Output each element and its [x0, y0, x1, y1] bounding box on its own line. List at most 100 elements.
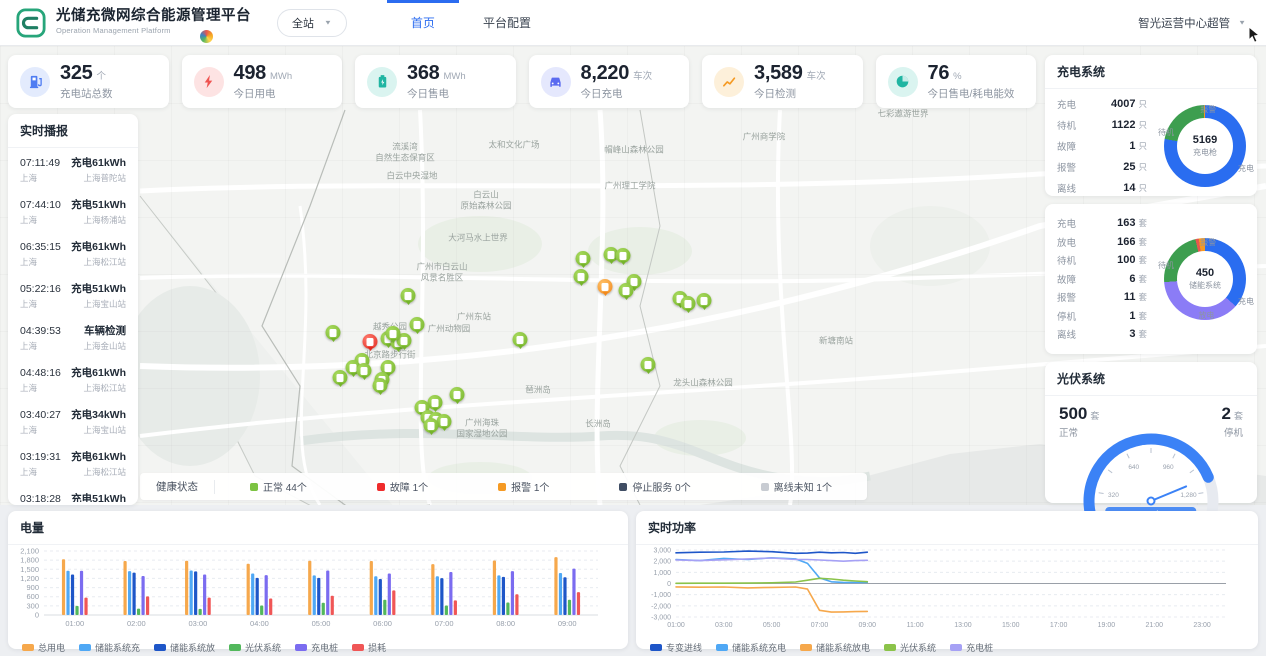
station-marker-normal[interactable]: [513, 332, 528, 347]
svg-text:960: 960: [1163, 464, 1174, 471]
stat-row: 充电163套: [1057, 214, 1153, 233]
legend-swatch: [716, 644, 728, 651]
svg-text:07:00: 07:00: [435, 619, 454, 628]
svg-text:13:00: 13:00: [954, 622, 972, 629]
kpi-label: 今日用电: [234, 86, 293, 101]
station-marker-normal[interactable]: [576, 251, 591, 266]
broadcast-item: 04:39:53车辆检测上海上海金山站: [20, 316, 126, 358]
station-marker-normal[interactable]: [450, 387, 465, 402]
kpi-unit: %: [953, 71, 961, 82]
station-marker-normal[interactable]: [428, 395, 443, 410]
svg-text:-3,000: -3,000: [651, 615, 671, 622]
station-marker-normal[interactable]: [616, 248, 631, 263]
power-use-icon: [194, 67, 224, 97]
station-marker-normal[interactable]: [386, 326, 401, 341]
svg-text:320: 320: [1108, 492, 1119, 499]
svg-text:1,800: 1,800: [20, 556, 39, 565]
charging-pile-icon: [441, 418, 448, 426]
legend-item[interactable]: 总用电: [22, 641, 65, 654]
station-marker-normal[interactable]: [574, 269, 589, 284]
charging-donut-chart: 5169 充电枪 报警待机充电: [1164, 105, 1246, 187]
legend-item[interactable]: 充电桩: [295, 641, 338, 654]
svg-text:01:00: 01:00: [65, 619, 84, 628]
health-legend-item: 故障 1个: [377, 479, 428, 494]
map-place-label: 琶洲岛: [525, 385, 551, 396]
svg-text:19:00: 19:00: [1098, 622, 1116, 629]
station-marker-normal[interactable]: [619, 283, 634, 298]
svg-text:2,000: 2,000: [653, 559, 671, 566]
pv-system-panel: 光伏系统 500 套 正常 2 套 停机 03206409601,2801,60…: [1045, 362, 1257, 503]
pv-system-title: 光伏系统: [1045, 362, 1257, 396]
kpi-card-5: 76%今日售电/耗电能效: [876, 55, 1037, 108]
legend-item[interactable]: 损耗: [352, 641, 386, 654]
station-marker-normal[interactable]: [401, 288, 416, 303]
legend-swatch: [154, 644, 166, 651]
charging-pile-icon: [620, 252, 627, 260]
legend-swatch: [352, 644, 364, 651]
svg-text:05:00: 05:00: [312, 619, 331, 628]
user-menu[interactable]: 智光运营中心超管 ▼: [1138, 15, 1246, 31]
trend-icon: [714, 67, 744, 97]
station-marker-normal[interactable]: [697, 293, 712, 308]
charging-pile-icon: [401, 337, 408, 345]
legend-item[interactable]: 专变进线: [650, 641, 702, 654]
charging-system-title: 充电系统: [1045, 55, 1257, 89]
power-chart-title: 实时功率: [636, 511, 1258, 545]
kpi-label: 今日检测: [754, 86, 826, 101]
broadcast-item: 07:11:49充电61kWh上海上海普陀站: [20, 148, 126, 190]
stat-row: 待机1122只: [1057, 114, 1153, 135]
station-marker-normal[interactable]: [641, 357, 656, 372]
legend-item[interactable]: 储能系统充: [79, 641, 140, 654]
tab-platform-config[interactable]: 平台配置: [459, 0, 555, 46]
legend-item[interactable]: 光伏系统: [229, 641, 281, 654]
svg-text:23:00: 23:00: [1193, 622, 1211, 629]
station-marker-normal[interactable]: [333, 370, 348, 385]
station-marker-normal[interactable]: [437, 414, 452, 429]
charging-pile-icon: [454, 391, 461, 399]
app-header: 光储充微网综合能源管理平台 Operation Management Platf…: [0, 0, 1266, 46]
legend-swatch: [22, 644, 34, 651]
kpi-value: 3,589: [754, 62, 803, 85]
map-place-label: 白云山 原始森林公园: [460, 189, 511, 210]
station-marker-normal[interactable]: [373, 378, 388, 393]
colorful-badge-icon: [200, 30, 213, 43]
kpi-label: 今日充电: [581, 86, 653, 101]
svg-text:03:00: 03:00: [715, 622, 733, 629]
map-place-label: 长洲岛: [585, 419, 611, 430]
svg-text:1,280: 1,280: [1180, 492, 1197, 499]
site-selector-dropdown[interactable]: 全站 ▼: [277, 9, 347, 37]
map-place-label: 龙头山森林公园: [673, 378, 733, 389]
legend-item[interactable]: 储能系统放: [154, 641, 215, 654]
tab-home[interactable]: 首页: [387, 0, 459, 46]
legend-swatch: [950, 644, 962, 651]
map-place-label: 太和文化广场: [488, 140, 539, 151]
legend-item[interactable]: 光伏系统: [884, 641, 936, 654]
charging-donut-total: 5169: [1193, 134, 1217, 146]
station-marker-alarm[interactable]: [598, 279, 613, 294]
page-subtitle: Operation Management Platform: [56, 27, 251, 35]
legend-item[interactable]: 充电桩: [950, 641, 993, 654]
station-marker-normal[interactable]: [410, 317, 425, 332]
kpi-card-4: 3,589车次今日检测: [702, 55, 863, 108]
energy-chart-title: 电量: [8, 511, 628, 545]
station-marker-normal[interactable]: [681, 296, 696, 311]
charging-pile-icon: [623, 287, 630, 295]
legend-item[interactable]: 储能系统充电: [716, 641, 786, 654]
charging-pile-icon: [701, 297, 708, 305]
stat-row: 报警25只: [1057, 156, 1153, 177]
svg-text:3,000: 3,000: [653, 548, 671, 555]
broadcast-title: 实时播报: [8, 114, 138, 148]
mouse-cursor: [1248, 26, 1261, 44]
legend-item[interactable]: 储能系统放电: [800, 641, 870, 654]
kpi-value: 368: [407, 62, 439, 85]
health-legend-item: 报警 1个: [498, 479, 549, 494]
station-marker-normal[interactable]: [326, 325, 341, 340]
station-marker-fault[interactable]: [363, 334, 378, 349]
svg-text:1,200: 1,200: [20, 574, 39, 583]
kpi-label: 今日售电/耗电能效: [928, 86, 1015, 101]
station-marker-normal[interactable]: [357, 363, 372, 378]
kpi-value: 325: [60, 62, 92, 85]
charging-pile-icon: [517, 336, 524, 344]
storage-donut-chart: 450 储能系统 报警待机充电放电: [1164, 238, 1246, 320]
station-marker-normal[interactable]: [424, 418, 439, 433]
